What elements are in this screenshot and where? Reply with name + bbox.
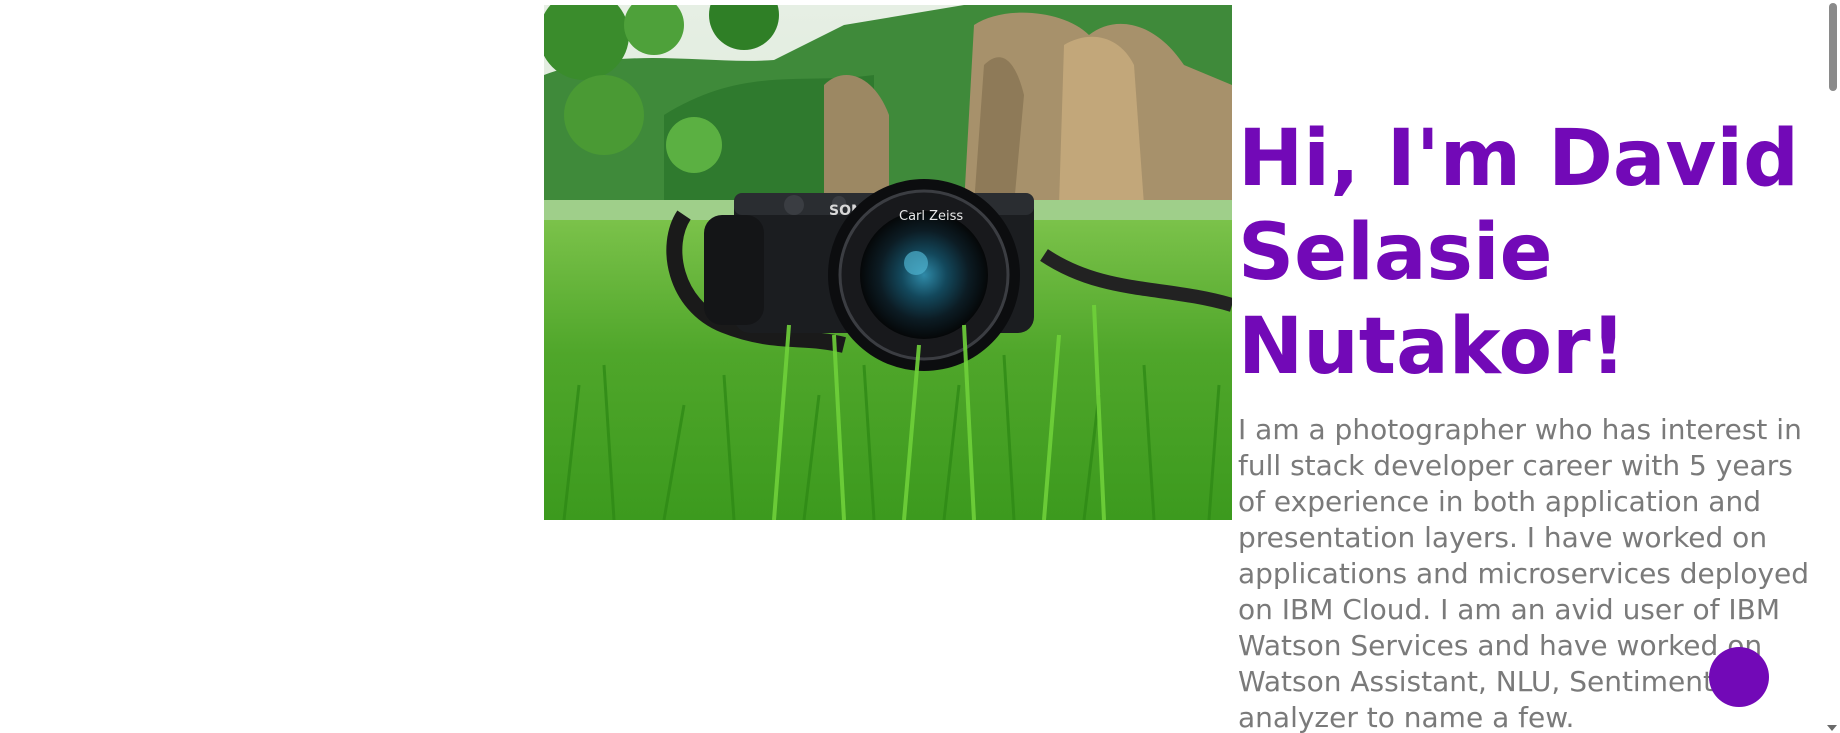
floating-action-button[interactable] [1709,647,1769,707]
lens-brand-text: Carl Zeiss [899,209,963,224]
camera-photo-graphic: SONY Carl Zeiss [544,5,1232,520]
hero-camera-photo: SONY Carl Zeiss [544,5,1232,520]
page-scrollbar[interactable] [1823,0,1840,733]
page: SONY Carl Zeiss Hi, I'm David Selasie Nu… [0,0,1840,733]
chevron-down-icon[interactable] [1827,725,1837,731]
intro-heading: Hi, I'm David Selasie Nutakor! [1238,114,1799,392]
scrollbar-thumb[interactable] [1829,3,1837,91]
intro-section: Hi, I'm David Selasie Nutakor! I am a ph… [1238,112,1814,733]
